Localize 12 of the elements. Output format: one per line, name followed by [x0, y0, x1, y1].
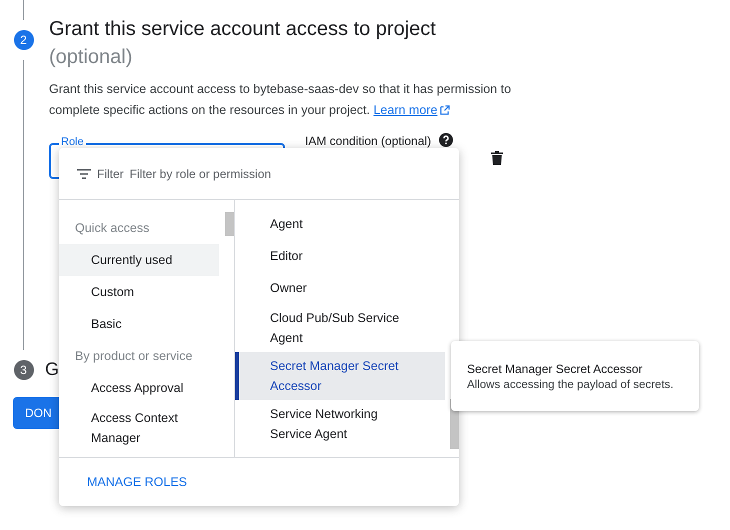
step-title: G — [45, 358, 60, 381]
tooltip-description: Allows accessing the payload of secrets. — [467, 378, 674, 393]
step-number: 2 — [14, 30, 34, 50]
filter-label: Filter — [97, 166, 124, 182]
step-title: Grant this service account access to project — [49, 17, 437, 42]
category-header: By product or service — [74, 348, 194, 365]
iam-condition-label: IAM condition (optional) — [305, 134, 432, 148]
step-number: 3 — [14, 360, 34, 380]
step-subtitle: (optional) — [49, 45, 134, 70]
step-description: Grant this service account access to bytebase-saas-dev so that it has permission to complete specific actions on the resources in your project. Learn more — [49, 79, 519, 121]
category-header: Quick access — [74, 220, 150, 237]
tooltip-title: Secret Manager Secret Accessor — [467, 361, 644, 377]
